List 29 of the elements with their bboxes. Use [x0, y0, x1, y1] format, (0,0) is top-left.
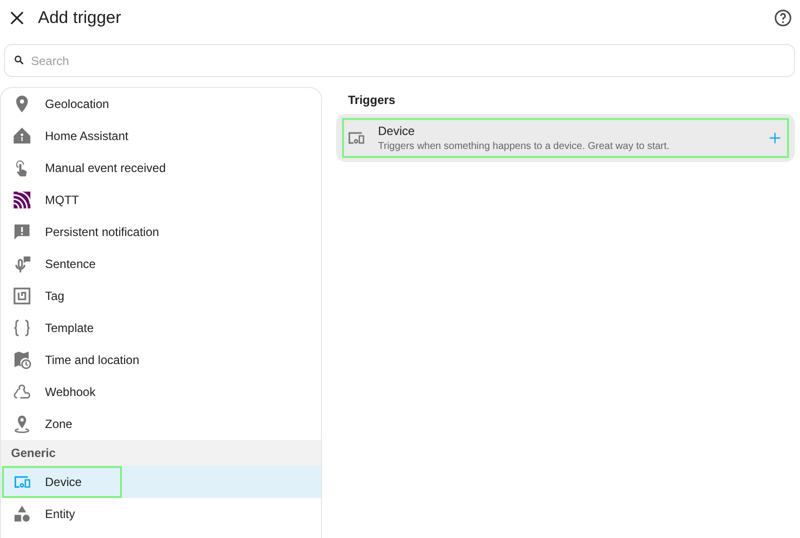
trigger-type-item[interactable]: Tag: [1, 280, 321, 312]
trigger-type-item[interactable]: MQTT: [1, 184, 321, 216]
signal-waves-icon: [12, 190, 32, 210]
trigger-card[interactable]: Device Triggers when something happens to a device. Great way to start.: [336, 114, 795, 162]
group-header: Generic: [1, 440, 321, 466]
trigger-type-item[interactable]: Zone: [1, 408, 321, 440]
trigger-description: Triggers when something happens to a device. Great way to start.: [378, 141, 670, 152]
shapes-icon: [12, 504, 32, 524]
trigger-type-item[interactable]: Time and location: [1, 344, 321, 376]
trigger-type-item[interactable]: Device: [1, 466, 321, 498]
trigger-name: Device: [378, 124, 416, 138]
trigger-type-item[interactable]: Sentence: [1, 248, 321, 280]
trigger-type-item[interactable]: Template: [1, 312, 321, 344]
search-field[interactable]: Search: [4, 44, 795, 77]
tag-icon: [12, 286, 32, 306]
dialog-title: Add trigger: [38, 8, 122, 28]
trigger-type-item[interactable]: Webhook: [1, 376, 321, 408]
trigger-type-item[interactable]: Home Assistant: [1, 120, 321, 152]
alert-message-icon: [12, 222, 32, 242]
house-icon: [12, 126, 32, 146]
map-marker-radius-icon: [12, 414, 32, 434]
trigger-type-item[interactable]: Persistent notification: [1, 216, 321, 248]
braces-icon: [12, 318, 32, 338]
trigger-type-item[interactable]: Manual event received: [1, 152, 321, 184]
trigger-type-item[interactable]: Entity: [1, 498, 321, 530]
map-clock-icon: [12, 350, 32, 370]
search-icon: [13, 54, 25, 66]
trigger-type-item[interactable]: Geolocation: [1, 88, 321, 120]
section-title: Triggers: [348, 93, 396, 107]
